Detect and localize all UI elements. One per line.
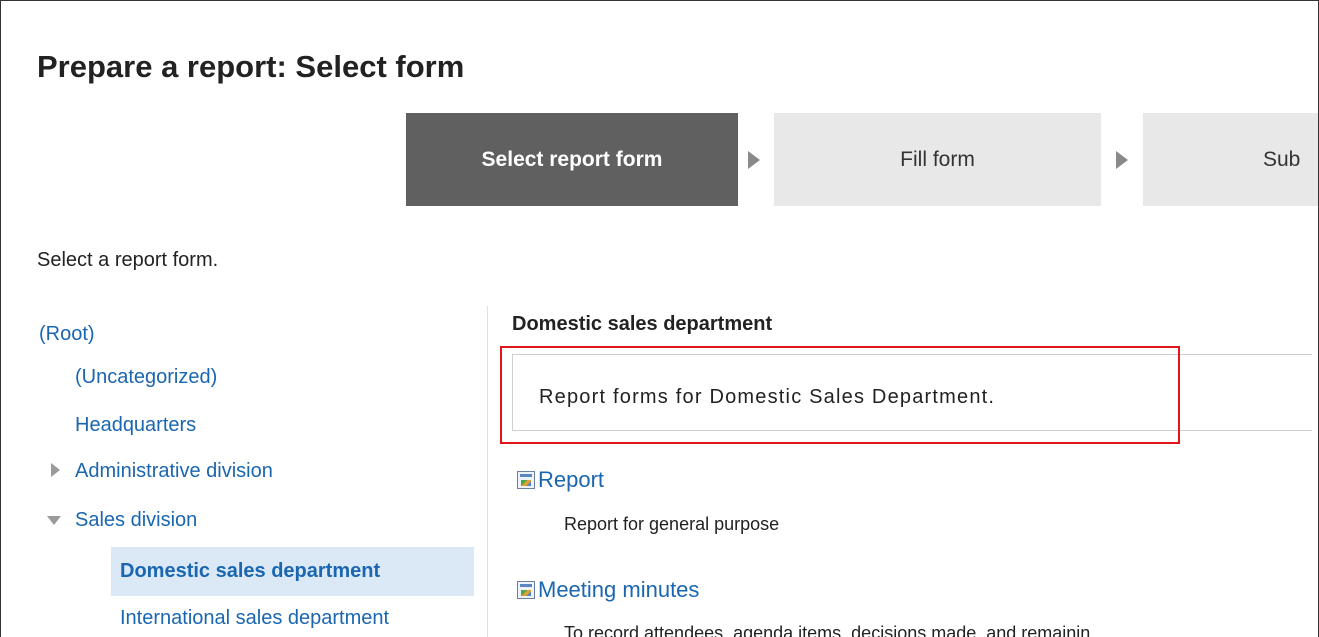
report-form-icon: [517, 581, 535, 599]
report-window: Prepare a report: Select form Select rep…: [0, 0, 1319, 637]
tree-item-root[interactable]: (Root): [39, 323, 95, 346]
category-heading: Domestic sales department: [512, 313, 773, 335]
tree-item-headquarters[interactable]: Headquarters: [75, 414, 196, 437]
expand-arrow-icon[interactable]: [51, 463, 60, 477]
form-description-meeting-minutes: To record attendees, agenda items, decis…: [564, 623, 1091, 637]
tree-item-domestic-sales-department[interactable]: Domestic sales department: [120, 560, 380, 583]
collapse-arrow-icon[interactable]: [47, 516, 61, 525]
step-submit: Sub: [1143, 113, 1318, 206]
pane-divider: [487, 306, 488, 637]
step-fill-form: Fill form: [774, 113, 1101, 206]
instruction-text: Select a report form.: [37, 249, 219, 271]
form-link-meeting-minutes[interactable]: Meeting minutes: [538, 577, 699, 603]
step-arrow-icon: [1116, 151, 1128, 169]
report-form-icon: [517, 471, 535, 489]
form-description-report: Report for general purpose: [564, 514, 780, 534]
annotation-highlight-box: [500, 346, 1180, 444]
tree-item-sales-division[interactable]: Sales division: [75, 509, 197, 532]
tree-item-international-sales-department[interactable]: International sales department: [120, 607, 389, 630]
step-select-report-form: Select report form: [406, 113, 738, 206]
tree-item-uncategorized[interactable]: (Uncategorized): [75, 366, 217, 389]
tree-item-administrative-division[interactable]: Administrative division: [75, 460, 273, 483]
page-title: Prepare a report: Select form: [37, 49, 465, 84]
form-link-report[interactable]: Report: [538, 467, 604, 493]
step-arrow-icon: [748, 151, 760, 169]
